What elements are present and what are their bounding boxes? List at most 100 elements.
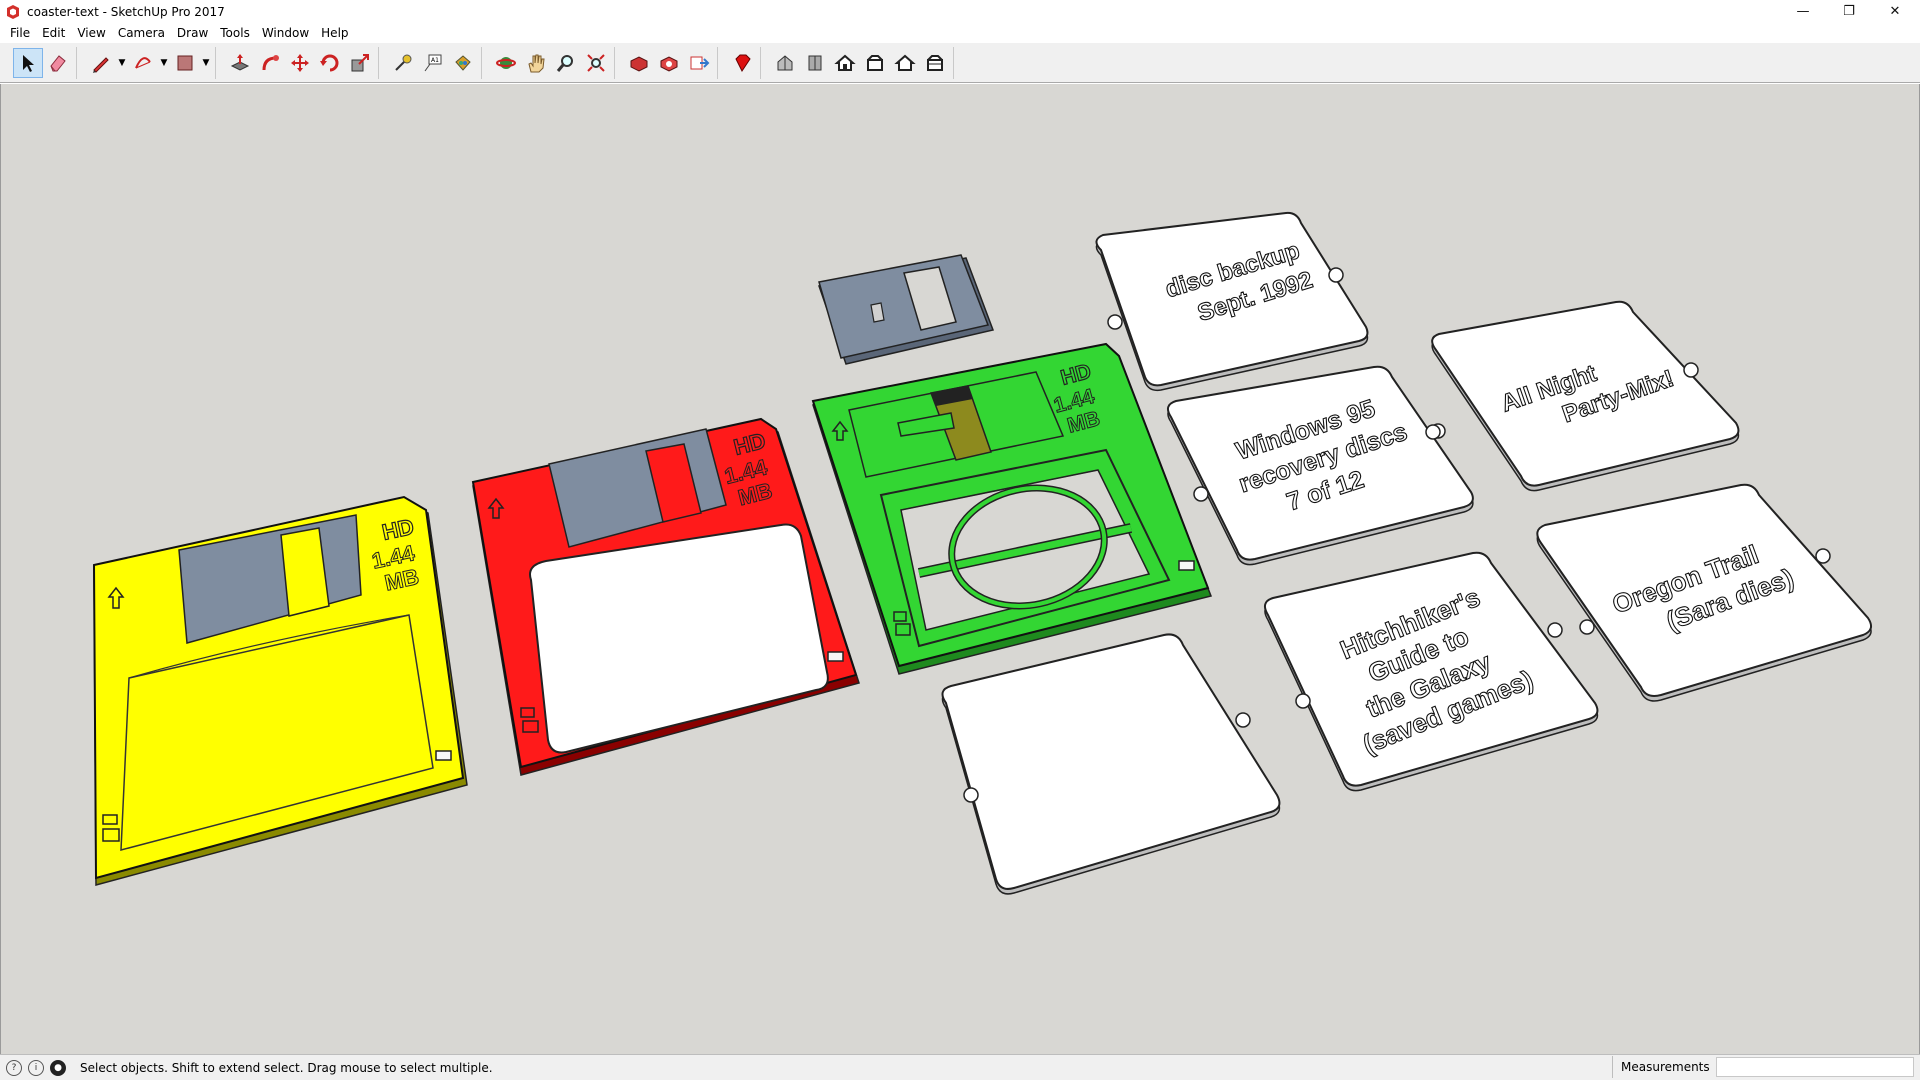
disk-green-write-notch xyxy=(1178,560,1195,571)
orbit-icon xyxy=(496,56,516,69)
front-house-icon xyxy=(834,54,856,71)
scale-tool-button[interactable] xyxy=(345,48,375,78)
measurements-input[interactable] xyxy=(1716,1057,1914,1077)
left-view-button[interactable] xyxy=(920,48,950,78)
right-house-icon xyxy=(867,54,883,71)
disk-red-label-area xyxy=(529,523,829,754)
toolbar-group-camera xyxy=(488,46,615,79)
line-dropdown-arrow[interactable]: ▼ xyxy=(116,48,128,78)
model-viewport[interactable]: HD 1.44 MB HD 1.44 MB HD 1.44 MB disc ba… xyxy=(0,84,1920,1054)
toolbar-group-principal xyxy=(10,46,77,79)
geo-location-icon[interactable]: ? xyxy=(6,1059,22,1076)
front-view-button[interactable] xyxy=(830,48,860,78)
select-arrow-icon xyxy=(23,54,34,72)
tape-measure-icon xyxy=(395,54,412,71)
right-view-button[interactable] xyxy=(860,48,890,78)
menu-edit[interactable]: Edit xyxy=(36,23,71,43)
iso-house-icon xyxy=(777,54,793,70)
disk-red-write-notch xyxy=(827,651,844,662)
paint-bucket-tool-button[interactable] xyxy=(448,48,478,78)
label-coaster-disc-backup[interactable]: disc backup Sept. 1992 xyxy=(1095,211,1369,392)
large-tool-set-toolbar: ▼ ▼ ▼ A1 xyxy=(0,43,1920,83)
minimize-button[interactable]: — xyxy=(1780,0,1826,23)
pan-tool-button[interactable] xyxy=(521,48,551,78)
extension-warehouse-icon xyxy=(660,55,678,72)
select-tool-button[interactable] xyxy=(13,47,43,78)
ruby-gem-icon xyxy=(735,54,751,72)
menu-draw[interactable]: Draw xyxy=(171,23,214,43)
loose-shutter-part[interactable] xyxy=(818,254,995,365)
menu-camera[interactable]: Camera xyxy=(112,23,171,43)
zoom-extents-tool-button[interactable] xyxy=(581,48,611,78)
label-coaster-oregon-trail[interactable]: Oregon Trail (Sara dies) xyxy=(1536,483,1873,702)
menu-window[interactable]: Window xyxy=(256,23,315,43)
label-coaster-windows-95[interactable]: Windows 95 recovery discs 7 of 12 xyxy=(1166,365,1474,566)
sketchup-app-icon xyxy=(7,4,19,19)
pencil-icon xyxy=(93,56,109,73)
3d-warehouse-button[interactable] xyxy=(624,48,654,78)
extension-warehouse-button[interactable] xyxy=(654,48,684,78)
user-account-icon[interactable]: ● xyxy=(50,1059,66,1076)
close-button[interactable]: ✕ xyxy=(1872,0,1918,23)
rotate-icon xyxy=(320,54,339,71)
floppy-disk-green-frame[interactable]: HD 1.44 MB xyxy=(811,342,1213,675)
label-coaster-blank[interactable] xyxy=(941,633,1281,895)
eraser-tool-button[interactable] xyxy=(43,48,73,78)
follow-me-tool-button[interactable] xyxy=(255,48,285,78)
shape-dropdown-arrow[interactable]: ▼ xyxy=(200,48,212,78)
model-scene: HD 1.44 MB HD 1.44 MB HD 1.44 MB disc ba… xyxy=(92,211,1873,895)
push-pull-tool-button[interactable] xyxy=(225,48,255,78)
zoom-tool-button[interactable] xyxy=(551,48,581,78)
credits-info-icon[interactable]: i xyxy=(28,1059,44,1076)
text-tool-button[interactable]: A1 xyxy=(418,48,448,78)
magnifier-icon xyxy=(556,54,573,72)
toolbar-group-warehouse xyxy=(621,46,718,79)
follow-me-icon xyxy=(262,54,279,70)
menu-tools[interactable]: Tools xyxy=(214,23,256,43)
menu-file[interactable]: File xyxy=(4,23,36,43)
label-coaster-hitchhikers-guide[interactable]: Hitchhiker's Guide to the Galaxy (saved … xyxy=(1263,551,1599,792)
toolbar-group-views xyxy=(767,46,954,79)
menu-help[interactable]: Help xyxy=(315,23,354,43)
restore-button[interactable]: ❐ xyxy=(1826,0,1872,23)
left-house-icon xyxy=(927,54,943,71)
svg-text:A1: A1 xyxy=(431,57,439,64)
warehouse-icon xyxy=(630,55,648,72)
label-coaster-all-night[interactable]: All Night Party-Mix! xyxy=(1430,300,1740,492)
eraser-icon xyxy=(50,54,66,71)
arc-tool-button[interactable] xyxy=(128,48,158,78)
floppy-disk-yellow[interactable]: HD 1.44 MB xyxy=(92,495,468,886)
arc-dropdown-arrow[interactable]: ▼ xyxy=(158,48,170,78)
move-icon xyxy=(291,53,309,72)
title-bar: coaster-text - SketchUp Pro 2017 xyxy=(0,0,1920,23)
toolbar-group-edit xyxy=(222,46,379,79)
pan-hand-icon xyxy=(528,54,545,72)
move-tool-button[interactable] xyxy=(285,48,315,78)
back-house-icon xyxy=(894,54,916,71)
window-title: coaster-text - SketchUp Pro 2017 xyxy=(27,4,225,19)
top-view-button[interactable] xyxy=(800,48,830,78)
ruby-console-button[interactable] xyxy=(727,48,757,78)
iso-view-button[interactable] xyxy=(770,48,800,78)
paint-bucket-icon xyxy=(455,54,471,71)
push-pull-icon xyxy=(230,53,250,71)
floppy-disk-red[interactable]: HD 1.44 MB xyxy=(471,417,860,776)
menu-bar: File Edit View Camera Draw Tools Window … xyxy=(0,23,1920,43)
measurements-label: Measurements xyxy=(1612,1056,1710,1078)
back-view-button[interactable] xyxy=(890,48,920,78)
text-label-icon: A1 xyxy=(424,54,442,71)
orbit-tool-button[interactable] xyxy=(491,48,521,78)
rectangle-tool-button[interactable] xyxy=(170,48,200,78)
menu-view[interactable]: View xyxy=(71,23,111,43)
send-to-layout-button[interactable] xyxy=(684,48,714,78)
line-tool-button[interactable] xyxy=(86,48,116,78)
rectangle-icon xyxy=(177,55,193,70)
layout-icon xyxy=(690,56,710,69)
scale-icon xyxy=(351,53,369,71)
tape-measure-tool-button[interactable] xyxy=(388,48,418,78)
status-message: Select objects. Shift to extend select. … xyxy=(80,1060,493,1075)
toolbar-group-ruby xyxy=(724,46,761,79)
toolbar-group-construction: A1 xyxy=(385,46,482,79)
top-view-icon xyxy=(808,55,822,70)
rotate-tool-button[interactable] xyxy=(315,48,345,78)
